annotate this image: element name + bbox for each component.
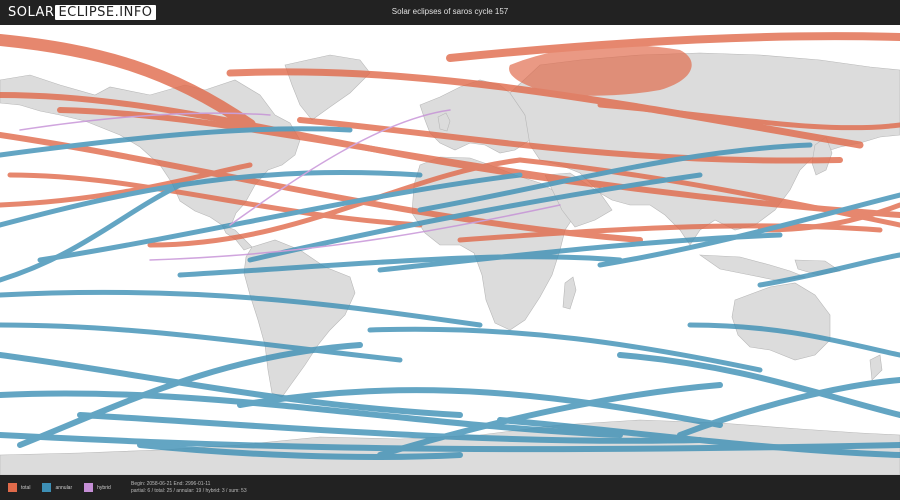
legend-label-total: total (21, 484, 31, 491)
legend-swatch-total (8, 483, 17, 492)
stats-text: Begin: 2058-06-21 End: 2996-01-11 partia… (131, 481, 247, 495)
top-bar: SOLAR ECLIPSE.INFO Solar eclipses of sar… (0, 0, 900, 25)
legend-item-total: total (8, 483, 30, 492)
legend: total annular hybrid (8, 483, 123, 492)
stats-line-dates: Begin: 2058-06-21 End: 2996-01-11 (131, 481, 211, 487)
world-map[interactable] (0, 25, 900, 475)
legend-swatch-annular (42, 483, 52, 492)
stats-line-counts: partial: 6 / total: 25 / annular: 19 / h… (131, 488, 247, 494)
footer-bar: total annular hybrid Begin: 2058-06-21 E… (0, 475, 900, 500)
legend-label-annular: annular (55, 484, 73, 491)
legend-item-annular: annular (42, 483, 72, 492)
page-title: Solar eclipses of saros cycle 157 (391, 7, 509, 16)
app-root: SOLAR ECLIPSE.INFO Solar eclipses of sar… (0, 0, 900, 500)
world-map-svg[interactable] (0, 25, 900, 475)
legend-label-hybrid: hybrid (97, 484, 111, 491)
legend-swatch-hybrid (84, 483, 94, 492)
legend-item-hybrid: hybrid (84, 483, 111, 492)
